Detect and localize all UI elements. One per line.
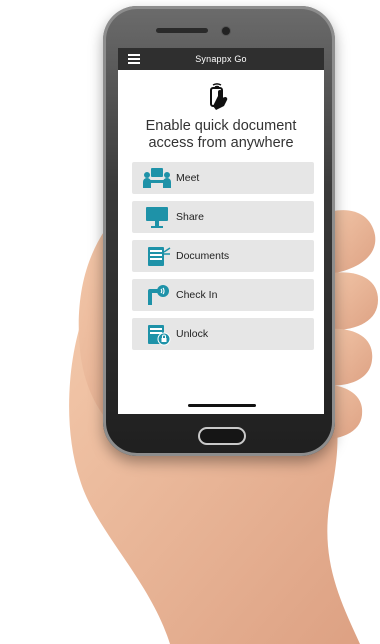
meeting-icon	[143, 168, 171, 188]
front-camera	[222, 27, 230, 35]
menu-item-documents[interactable]: Documents	[132, 240, 314, 272]
app-screen: Synappx Go Enable quick document access …	[118, 48, 324, 414]
tap-phone-icon	[210, 83, 228, 110]
menu-item-label: Meet	[176, 172, 200, 184]
phone-speaker	[156, 28, 208, 33]
feature-menu: Meet Share Documents Check In Unlock	[132, 162, 314, 350]
menu-item-label: Unlock	[176, 328, 209, 340]
menu-item-share[interactable]: Share	[132, 201, 314, 233]
nfc-checkin-icon	[148, 285, 169, 305]
menu-item-check-in[interactable]: Check In	[132, 279, 314, 311]
scene: Synappx Go Enable quick document access …	[0, 0, 380, 644]
home-button[interactable]	[198, 427, 246, 445]
menu-item-meet[interactable]: Meet	[132, 162, 314, 194]
app-title: Synappx Go	[195, 54, 247, 64]
menu-item-label: Check In	[176, 289, 218, 301]
scan-documents-icon	[148, 247, 171, 266]
menu-item-label: Share	[176, 211, 205, 223]
printer-unlock-icon	[148, 325, 171, 346]
home-indicator[interactable]	[188, 404, 256, 407]
menu-item-label: Documents	[176, 250, 230, 262]
hamburger-menu-icon[interactable]	[128, 54, 140, 64]
top-bar: Synappx Go	[118, 48, 324, 70]
menu-item-unlock[interactable]: Unlock	[132, 318, 314, 350]
display-share-icon	[146, 207, 168, 228]
page-headline: Enable quick document access from anywhe…	[145, 118, 297, 151]
